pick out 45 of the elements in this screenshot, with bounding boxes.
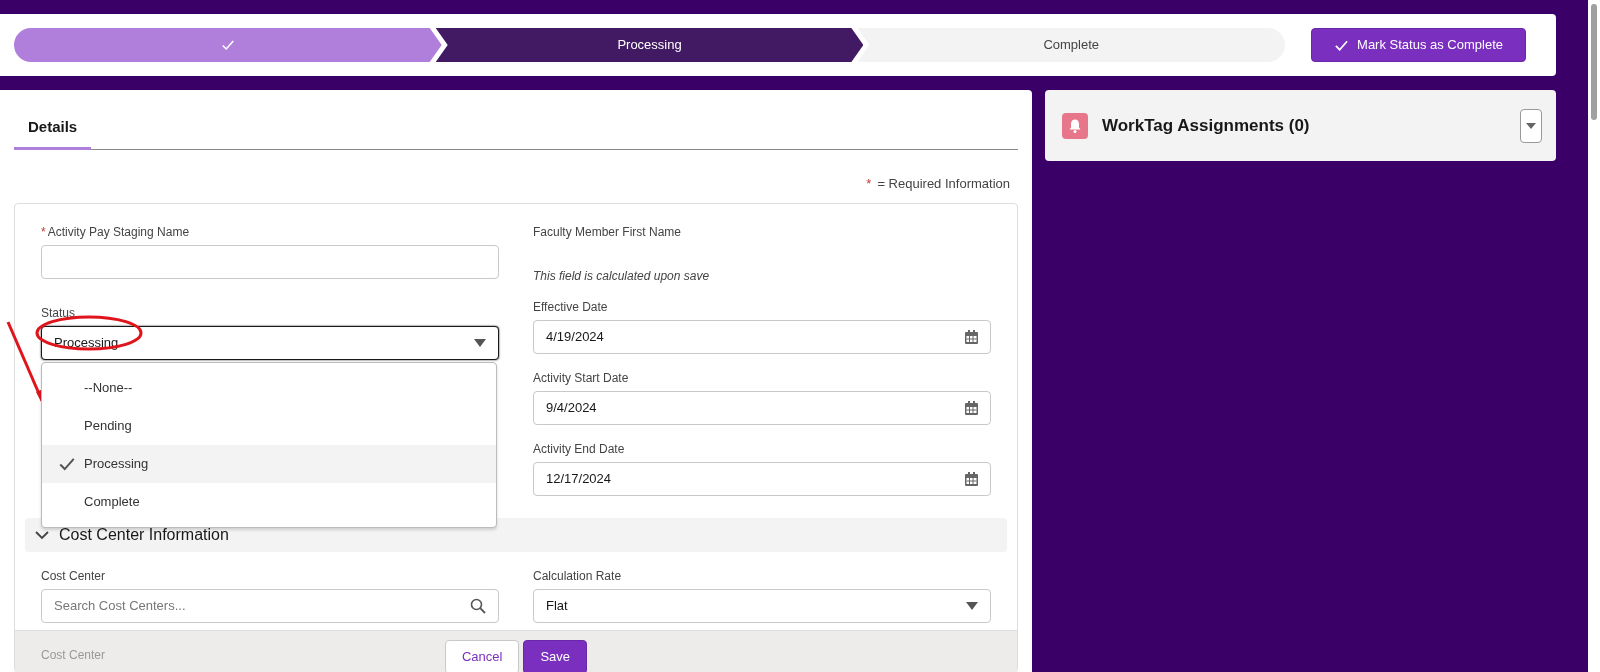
field-label: Faculty Member First Name [533,224,682,241]
path-stage[interactable]: Processing [435,28,864,62]
dropdown-caret-icon [474,339,486,347]
field-label: Cost Center [41,647,107,664]
select-input[interactable]: Flat [533,589,991,623]
date-input[interactable]: 12/17/2024 [533,462,991,496]
search-input[interactable]: Search Cost Centers... [41,589,499,623]
text-input[interactable] [41,245,499,279]
scrollbar[interactable] [1588,0,1600,672]
path-stage[interactable]: Complete [857,28,1286,62]
select-input[interactable]: Processing [41,326,499,360]
search-icon [470,598,486,614]
dropdown-option[interactable]: Complete [42,483,496,521]
dropdown-option[interactable]: --None-- [42,369,496,407]
required-note: = Required Information [877,175,1010,191]
field-label: Status [41,305,76,322]
required-asterisk: * [41,225,46,239]
field-label: Cost Center [41,568,106,585]
field-label: * Activity Pay Staging Name [41,224,190,241]
help-text: This field is calculated upon save [533,268,711,285]
check-icon [220,38,235,52]
date-input[interactable]: 4/19/2024 [533,320,991,354]
field-label: Calculation Rate [533,568,622,585]
field-label: Activity End Date [533,441,625,458]
tab[interactable]: Details [14,110,92,150]
calendar-icon [965,330,978,344]
mark-complete-button[interactable]: Mark Status as Complete [1311,28,1526,62]
date-input[interactable]: 9/4/2024 [533,391,991,425]
cancel-button[interactable]: Cancel [444,640,520,672]
section-title: Cost Center Information [59,525,229,545]
required-asterisk: * [866,175,872,191]
field-label: Effective Date [533,299,608,316]
dropdown-caret-icon [966,602,978,610]
dropdown-option[interactable]: Processing [42,445,496,483]
field-label: Activity Start Date [533,370,629,387]
dropdown-option[interactable]: Pending [42,407,496,445]
card-title: WorkTag Assignments (0) [1102,114,1311,137]
save-button[interactable]: Save [523,640,588,672]
menu-button[interactable] [1520,108,1542,143]
calendar-icon [965,401,978,415]
calendar-icon [965,472,978,486]
bell-icon [1062,112,1088,139]
path-stage[interactable] [14,28,442,62]
caret-icon [1526,122,1536,129]
chevron-down-icon [35,530,49,540]
